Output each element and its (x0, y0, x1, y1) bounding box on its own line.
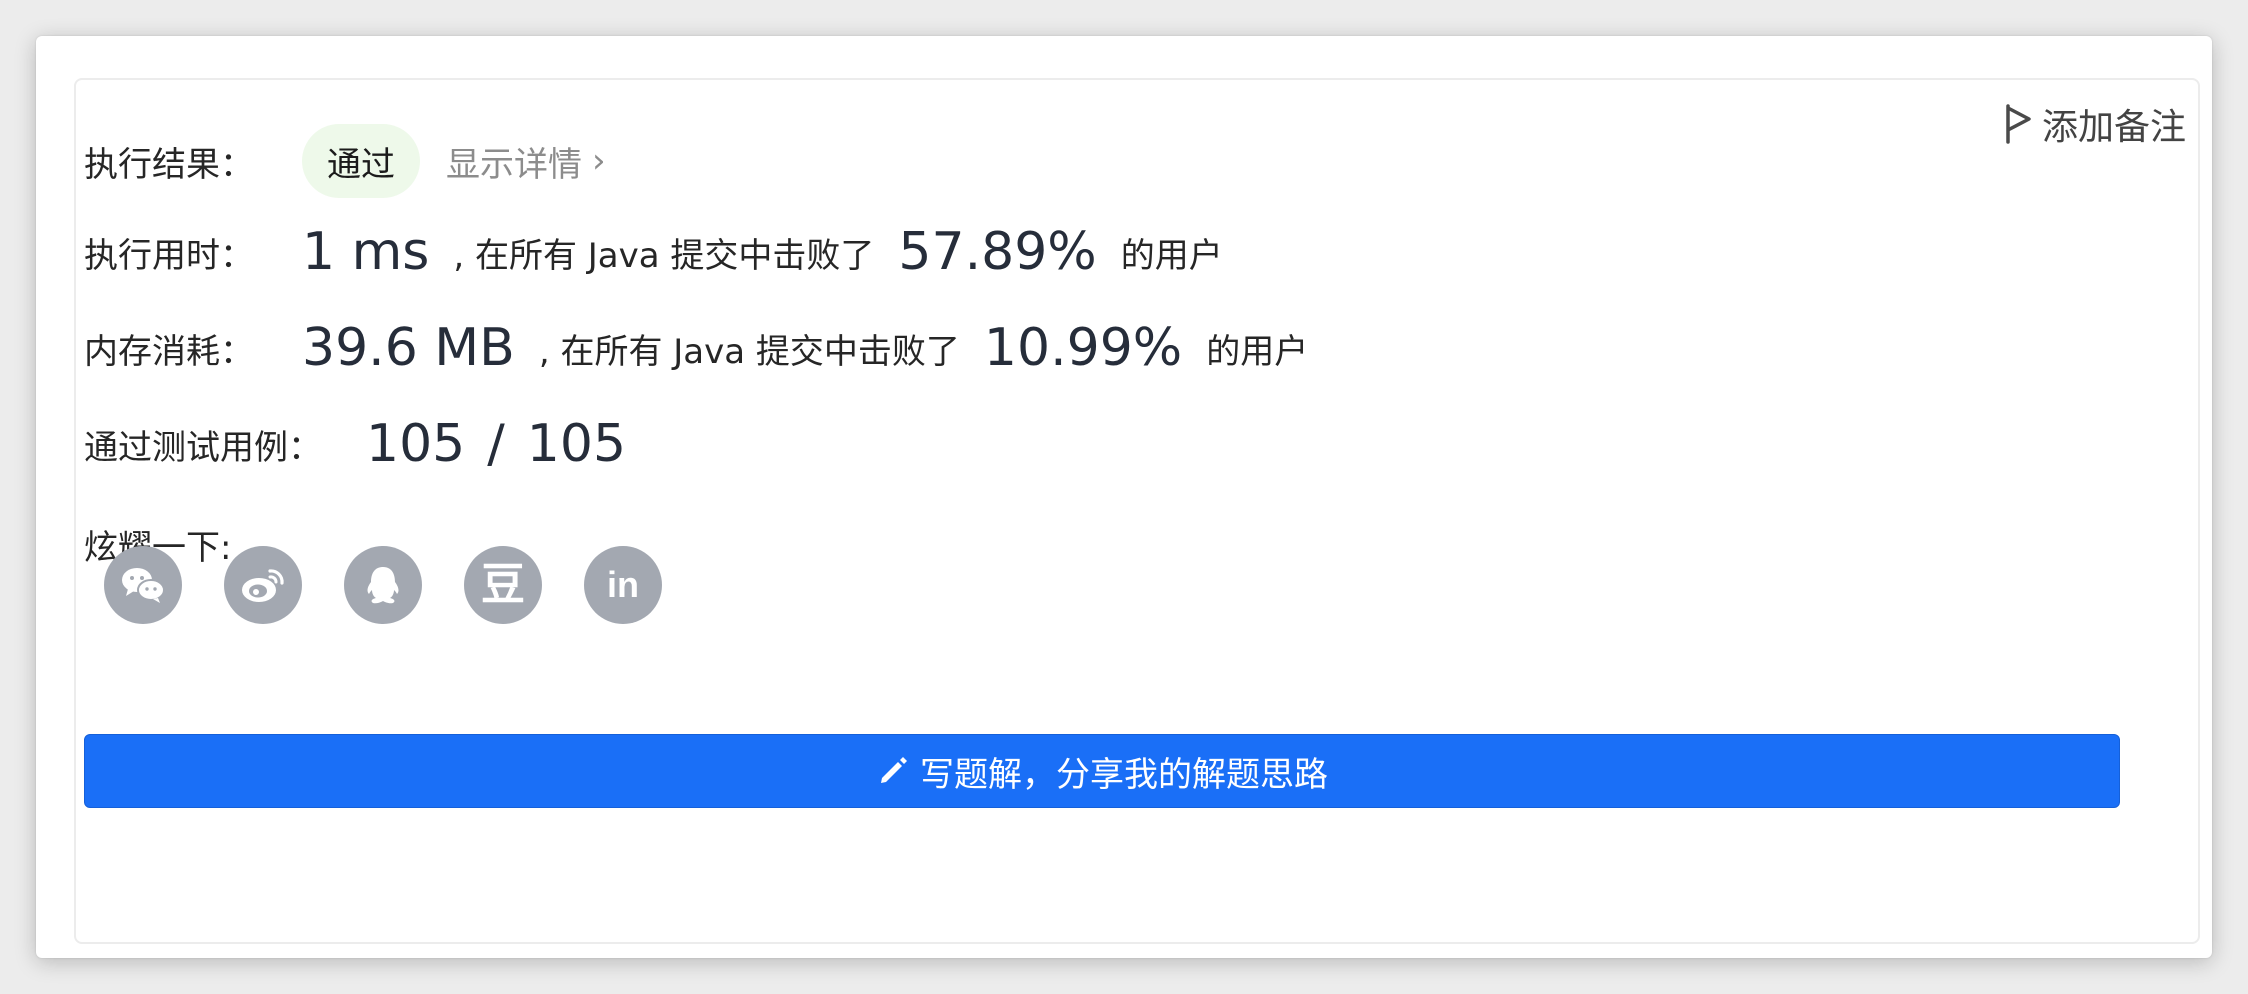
add-note-button[interactable]: 添加备注 (2004, 98, 2186, 150)
submission-result-card (74, 78, 2200, 944)
memory-value: 39.6 MB (302, 318, 515, 378)
qq-icon (367, 567, 399, 604)
share-weibo-button[interactable] (224, 546, 302, 624)
status-badge: 通过 (302, 124, 420, 198)
memory-suffix: 的用户 (1206, 331, 1309, 372)
show-details-link[interactable]: 显示详情 › (446, 137, 606, 186)
runtime-row: 执行用时： 1 ms , 在所有 Java 提交中击败了 57.89% 的用户 (84, 222, 1223, 282)
runtime-beat-text: , 在所有 Java 提交中击败了 (453, 235, 875, 276)
add-note-label: 添加备注 (2041, 107, 2186, 148)
write-solution-label: 写题解，分享我的解题思路 (920, 754, 1328, 795)
share-douban-button[interactable]: 豆 (464, 546, 542, 624)
testcases-separator: / (487, 414, 505, 474)
memory-beat-text: , 在所有 Java 提交中击败了 (538, 331, 960, 372)
share-linkedin-button[interactable]: in (584, 546, 662, 624)
chevron-right-icon: › (592, 141, 606, 181)
runtime-suffix: 的用户 (1120, 235, 1223, 276)
result-row: 执行结果： 通过 显示详情 › (84, 124, 606, 198)
runtime-label: 执行用时： (84, 235, 254, 276)
memory-percent: 10.99% (983, 318, 1183, 378)
share-qq-button[interactable] (344, 546, 422, 624)
linkedin-icon: in (607, 564, 639, 605)
show-details-label: 显示详情 (446, 144, 582, 185)
share-wechat-button[interactable] (104, 546, 182, 624)
pencil-icon (881, 757, 907, 783)
douban-icon: 豆 (481, 559, 525, 610)
share-icons: 豆 in (104, 546, 704, 624)
runtime-value: 1 ms (302, 222, 430, 282)
result-label: 执行结果： (84, 144, 254, 185)
testcases-passed: 105 (366, 414, 466, 474)
memory-label: 内存消耗： (84, 331, 254, 372)
wechat-icon (122, 568, 165, 603)
flag-icon (2006, 104, 2031, 144)
testcases-total: 105 (526, 414, 627, 474)
runtime-percent: 57.89% (898, 222, 1097, 282)
write-solution-button[interactable]: 写题解，分享我的解题思路 (84, 734, 2120, 808)
testcases-label: 通过测试用例： (84, 427, 322, 468)
testcases-row: 通过测试用例： 105 / 105 (84, 414, 626, 474)
memory-row: 内存消耗： 39.6 MB , 在所有 Java 提交中击败了 10.99% 的… (84, 318, 1308, 378)
weibo-icon (242, 569, 284, 602)
